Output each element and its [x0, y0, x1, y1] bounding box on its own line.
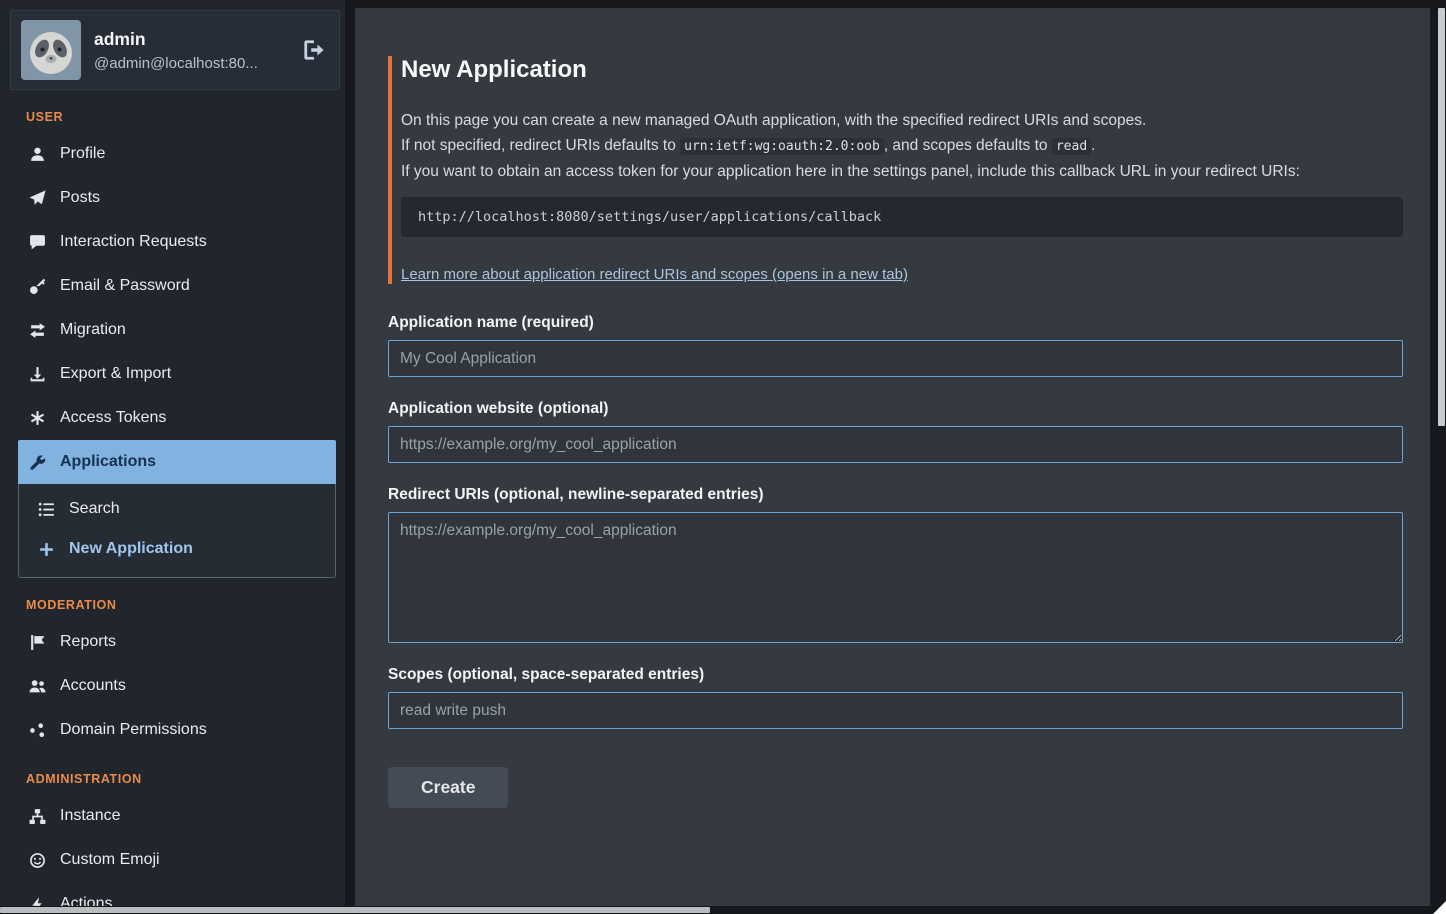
exchange-arrows-icon — [28, 322, 47, 339]
sidebar-item-label: Migration — [60, 321, 126, 339]
sidebar-item-label: Posts — [60, 189, 100, 207]
intro-line2-post: . — [1091, 137, 1095, 154]
wrench-icon — [28, 454, 47, 471]
sidebar-item-label: Profile — [60, 145, 105, 163]
intro-line2-mid: , and scopes defaults to — [884, 137, 1052, 154]
avatar — [21, 20, 81, 80]
sidebar: admin @admin@localhost:80... USER Profil… — [0, 0, 345, 914]
intro-line3: If you want to obtain an access token fo… — [401, 163, 1300, 180]
sidebar-item-email-password[interactable]: Email & Password — [18, 264, 336, 308]
user-name: admin — [94, 29, 258, 50]
sidebar-item-label: Reports — [60, 633, 116, 651]
create-button[interactable]: Create — [388, 767, 508, 808]
sidebar-item-posts[interactable]: Posts — [18, 176, 336, 220]
export-icon — [28, 366, 47, 383]
application-website-input[interactable] — [388, 426, 1403, 463]
submenu-item-label: Search — [69, 500, 120, 518]
flag-icon — [28, 634, 47, 651]
sidebar-item-applications[interactable]: Applications — [18, 440, 336, 484]
field-scopes: Scopes (optional, space-separated entrie… — [388, 666, 1403, 729]
paper-plane-icon — [28, 190, 47, 207]
sidebar-item-export-import[interactable]: Export & Import — [18, 352, 336, 396]
new-application-form: Application name (required) Application … — [388, 314, 1400, 808]
sidebar-item-label: Interaction Requests — [60, 233, 207, 251]
applications-submenu: Search New Application — [18, 484, 336, 578]
redirect-uris-textarea[interactable] — [388, 512, 1403, 643]
list-icon — [37, 501, 56, 518]
vertical-scrollbar — [1437, 0, 1446, 914]
submenu-item-search[interactable]: Search — [19, 489, 335, 529]
horizontal-scrollbar-thumb[interactable] — [0, 907, 710, 913]
user-card[interactable]: admin @admin@localhost:80... — [10, 10, 340, 90]
section-label-moderation: MODERATION — [26, 598, 336, 612]
asterisk-icon — [28, 410, 47, 427]
inline-code-oob: urn:ietf:wg:oauth:2.0:oob — [680, 138, 884, 155]
sidebar-item-label: Access Tokens — [60, 409, 166, 427]
logout-icon[interactable] — [303, 39, 325, 61]
sidebar-item-profile[interactable]: Profile — [18, 132, 336, 176]
horizontal-scrollbar — [0, 906, 1446, 914]
application-website-label: Application website (optional) — [388, 400, 1403, 418]
callback-url-codeblock: http://localhost:8080/settings/user/appl… — [401, 197, 1403, 237]
intro-line1: On this page you can create a new manage… — [401, 112, 1146, 129]
user-handle: @admin@localhost:80... — [94, 55, 258, 72]
sidebar-item-migration[interactable]: Migration — [18, 308, 336, 352]
scopes-label: Scopes (optional, space-separated entrie… — [388, 666, 1403, 684]
sidebar-item-reports[interactable]: Reports — [18, 620, 336, 664]
section-label-user: USER — [26, 110, 336, 124]
submenu-item-new-application[interactable]: New Application — [19, 529, 335, 569]
users-icon — [28, 678, 47, 695]
sidebar-item-label: Email & Password — [60, 277, 190, 295]
sidebar-item-label: Domain Permissions — [60, 721, 207, 739]
sidebar-item-label: Export & Import — [60, 365, 171, 383]
vertical-scrollbar-thumb[interactable] — [1438, 8, 1445, 426]
sidebar-item-label: Accounts — [60, 677, 126, 695]
page-title: New Application — [401, 56, 1403, 84]
section-label-administration: ADMINISTRATION — [26, 772, 336, 786]
sitemap-icon — [28, 808, 47, 825]
sidebar-item-label: Instance — [60, 807, 120, 825]
sidebar-item-accounts[interactable]: Accounts — [18, 664, 336, 708]
sidebar-item-label: Custom Emoji — [60, 851, 160, 869]
comment-icon — [28, 234, 47, 251]
inline-code-read: read — [1052, 138, 1091, 155]
sidebar-item-interaction-requests[interactable]: Interaction Requests — [18, 220, 336, 264]
redirect-uris-label: Redirect URIs (optional, newline-separat… — [388, 486, 1403, 504]
plus-icon — [37, 541, 56, 558]
key-icon — [28, 278, 47, 295]
sidebar-item-access-tokens[interactable]: Access Tokens — [18, 396, 336, 440]
user-meta: admin @admin@localhost:80... — [94, 29, 258, 72]
user-icon — [28, 146, 47, 163]
submenu-item-label: New Application — [69, 540, 193, 558]
sidebar-item-label: Applications — [60, 453, 156, 471]
domain-dots-icon — [28, 722, 47, 739]
main-content: New Application On this page you can cre… — [355, 8, 1430, 914]
sidebar-nav: USER Profile Posts Interaction Requests … — [18, 110, 336, 914]
field-application-name: Application name (required) — [388, 314, 1403, 377]
sidebar-item-custom-emoji[interactable]: Custom Emoji — [18, 838, 336, 882]
learn-more-link[interactable]: Learn more about application redirect UR… — [401, 266, 908, 283]
sidebar-item-domain-permissions[interactable]: Domain Permissions — [18, 708, 336, 752]
scopes-input[interactable] — [388, 692, 1403, 729]
intro-text: On this page you can create a new manage… — [401, 108, 1403, 184]
field-application-website: Application website (optional) — [388, 400, 1403, 463]
intro-block: New Application On this page you can cre… — [388, 56, 1403, 284]
scrollbar-corner — [1433, 901, 1446, 914]
smiley-icon — [28, 852, 47, 869]
application-name-label: Application name (required) — [388, 314, 1403, 332]
intro-line2-pre: If not specified, redirect URIs defaults… — [401, 137, 680, 154]
application-name-input[interactable] — [388, 340, 1403, 377]
sidebar-item-instance[interactable]: Instance — [18, 794, 336, 838]
field-redirect-uris: Redirect URIs (optional, newline-separat… — [388, 486, 1403, 643]
